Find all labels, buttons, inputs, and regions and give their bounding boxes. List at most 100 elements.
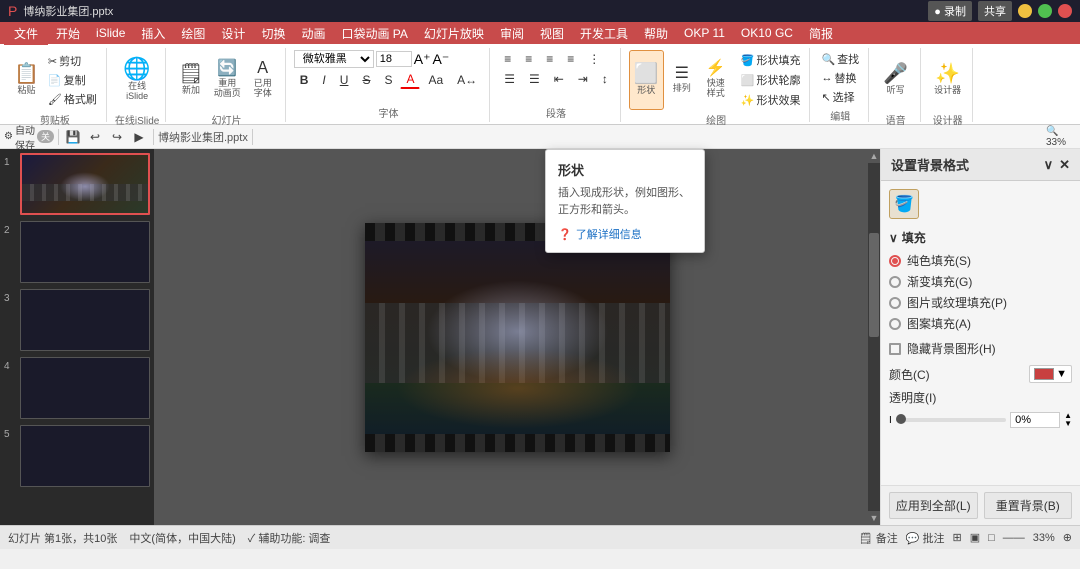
online-islide-button[interactable]: 🌐 在线iSlide — [119, 50, 154, 110]
undo-button[interactable]: ↩ — [85, 127, 105, 147]
numbered-list-button[interactable]: ☰ — [523, 70, 546, 88]
arrange-button[interactable]: ☰ 排列 — [666, 50, 698, 110]
menu-item-devtools[interactable]: 开发工具 — [572, 23, 636, 44]
line-spacing-button[interactable]: ↕ — [596, 70, 614, 88]
menu-item-design[interactable]: 设计 — [213, 23, 253, 44]
menu-item-animation[interactable]: 动画 — [293, 23, 333, 44]
used-fonts-button[interactable]: Ａ 已用字体 — [247, 50, 279, 110]
menu-item-view[interactable]: 视图 — [532, 23, 572, 44]
menu-item-review[interactable]: 审阅 — [492, 23, 532, 44]
paste-button[interactable]: 📋 粘贴 — [10, 50, 43, 110]
align-center-button[interactable]: ≡ — [519, 50, 538, 68]
shape-effect-button[interactable]: ✨形状效果 — [738, 91, 804, 109]
strikethrough-button[interactable]: S — [356, 71, 376, 89]
menu-item-ok10[interactable]: OK10 GC — [733, 24, 801, 42]
bullet-list-button[interactable]: ☰ — [498, 70, 521, 88]
menu-item-okp[interactable]: OKP 11 — [676, 24, 733, 42]
auto-save-toggle[interactable]: ⚙ 自动保存 关 — [4, 127, 54, 147]
menu-item-brief[interactable]: 简报 — [801, 23, 841, 44]
pattern-fill-option[interactable]: 图案填充(A) — [889, 315, 1072, 332]
panel-close-button[interactable]: ✕ — [1059, 157, 1070, 173]
comments-button[interactable]: 💬 批注 — [906, 530, 945, 546]
shape-outline-button[interactable]: ⬜形状轮廓 — [738, 71, 804, 89]
cut-button[interactable]: ✂剪切 — [45, 52, 100, 70]
quick-style-button[interactable]: ⚡ 快速样式 — [700, 50, 732, 110]
hide-bg-shapes-option[interactable]: 隐藏背景图形(H) — [889, 340, 1072, 357]
panel-collapse-button[interactable]: ∨ — [1044, 157, 1054, 173]
play-button[interactable]: ▶ — [129, 127, 149, 147]
menu-item-switch[interactable]: 切换 — [253, 23, 293, 44]
share-button[interactable]: 共享 — [978, 1, 1012, 21]
save-button[interactable]: 💾 — [63, 127, 83, 147]
close-button[interactable] — [1058, 4, 1072, 18]
font-shadow-button[interactable]: S — [378, 71, 398, 89]
align-left-button[interactable]: ≡ — [498, 50, 517, 68]
zoom-button[interactable]: ⊕ — [1063, 531, 1072, 544]
tooltip-link[interactable]: ❓ 了解详细信息 — [558, 226, 692, 242]
canvas-v-scrollbar[interactable]: ▲ ▼ — [868, 149, 880, 525]
align-right-button[interactable]: ≡ — [540, 50, 559, 68]
menu-item-islide[interactable]: iSlide — [88, 24, 133, 42]
opacity-input[interactable] — [1010, 412, 1060, 428]
font-size-input[interactable] — [376, 51, 412, 67]
copy-button[interactable]: 📄复制 — [45, 71, 100, 89]
view-reading-button[interactable]: □ — [988, 532, 995, 544]
menu-item-slideshow[interactable]: 幻灯片放映 — [416, 23, 492, 44]
picture-fill-option[interactable]: 图片或纹理填充(P) — [889, 294, 1072, 311]
format-painter-button[interactable]: 🖌格式刷 — [45, 90, 100, 108]
reset-background-button[interactable]: 重置背景(B) — [984, 492, 1073, 519]
menu-item-draw[interactable]: 绘图 — [173, 23, 213, 44]
dictate-button[interactable]: 🎤 听写 — [879, 50, 912, 110]
slide-thumb-3[interactable]: 3 — [4, 289, 150, 351]
replace-button[interactable]: ↔替换 — [818, 69, 862, 87]
menu-item-file[interactable]: 文件 — [4, 22, 48, 45]
menu-item-start[interactable]: 开始 — [48, 23, 88, 44]
gradient-fill-option[interactable]: 渐变填充(G) — [889, 273, 1072, 290]
bold-button[interactable]: B — [294, 71, 315, 89]
scrollbar-down-arrow[interactable]: ▼ — [868, 511, 880, 525]
solid-fill-option[interactable]: 纯色填充(S) — [889, 252, 1072, 269]
slide-thumb-5[interactable]: 5 — [4, 425, 150, 487]
pattern-fill-radio[interactable] — [889, 318, 901, 330]
scrollbar-track[interactable] — [868, 163, 880, 511]
gradient-fill-radio[interactable] — [889, 276, 901, 288]
color-picker-button[interactable]: ▼ — [1029, 365, 1072, 383]
col-button[interactable]: ⋮ — [582, 50, 606, 68]
shape-button[interactable]: ⬜ 形状 — [629, 50, 664, 110]
find-button[interactable]: 🔍查找 — [818, 50, 862, 68]
opacity-slider-thumb[interactable] — [896, 414, 906, 424]
record-button[interactable]: ● 录制 — [928, 1, 972, 21]
apply-all-button[interactable]: 应用到全部(L) — [889, 492, 978, 519]
menu-item-insert[interactable]: 插入 — [133, 23, 173, 44]
designer-button[interactable]: ✨ 设计器 — [930, 50, 965, 110]
menu-item-help[interactable]: 帮助 — [636, 23, 676, 44]
view-normal-button[interactable]: ⊞ — [952, 531, 961, 544]
maximize-button[interactable] — [1038, 4, 1052, 18]
slide-thumb-2[interactable]: 2 — [4, 221, 150, 283]
slide-thumb-4[interactable]: 4 — [4, 357, 150, 419]
indent-increase-button[interactable]: ⇥ — [572, 70, 594, 88]
indent-decrease-button[interactable]: ⇤ — [548, 70, 570, 88]
view-sorter-button[interactable]: ▣ — [970, 531, 980, 544]
notes-button[interactable]: 🗒 备注 — [859, 530, 898, 546]
hide-bg-shapes-checkbox[interactable] — [889, 343, 901, 355]
select-button[interactable]: ↖选择 — [818, 88, 862, 106]
minimize-button[interactable] — [1018, 4, 1032, 18]
scrollbar-thumb[interactable] — [869, 233, 879, 337]
font-increase-button[interactable]: A⁺ — [414, 51, 431, 68]
font-family-select[interactable]: 微软雅黑 — [294, 50, 374, 68]
picture-fill-radio[interactable] — [889, 297, 901, 309]
font-size-mode-button[interactable]: Aa — [422, 71, 449, 89]
new-slide-button[interactable]: 🗒 新加 — [174, 50, 207, 110]
redo-button[interactable]: ↪ — [107, 127, 127, 147]
shape-fill-button[interactable]: 🪣形状填充 — [738, 51, 804, 69]
italic-button[interactable]: I — [316, 71, 331, 89]
zoom-adjust-button[interactable]: 🔍 33% — [1046, 127, 1076, 147]
justify-button[interactable]: ≡ — [561, 50, 580, 68]
reuse-animation-button[interactable]: 🔄 重用动画页 — [210, 50, 245, 110]
font-color-button[interactable]: A — [400, 70, 420, 89]
canvas-area[interactable]: 形状 插入现成形状，例如图形、正方形和箭头。 ❓ 了解详细信息 ▲ ▼ — [155, 149, 880, 525]
fill-icon-button[interactable]: 🪣 — [889, 189, 919, 219]
underline-button[interactable]: U — [334, 71, 355, 89]
slide-thumb-1[interactable]: 1 — [4, 153, 150, 215]
